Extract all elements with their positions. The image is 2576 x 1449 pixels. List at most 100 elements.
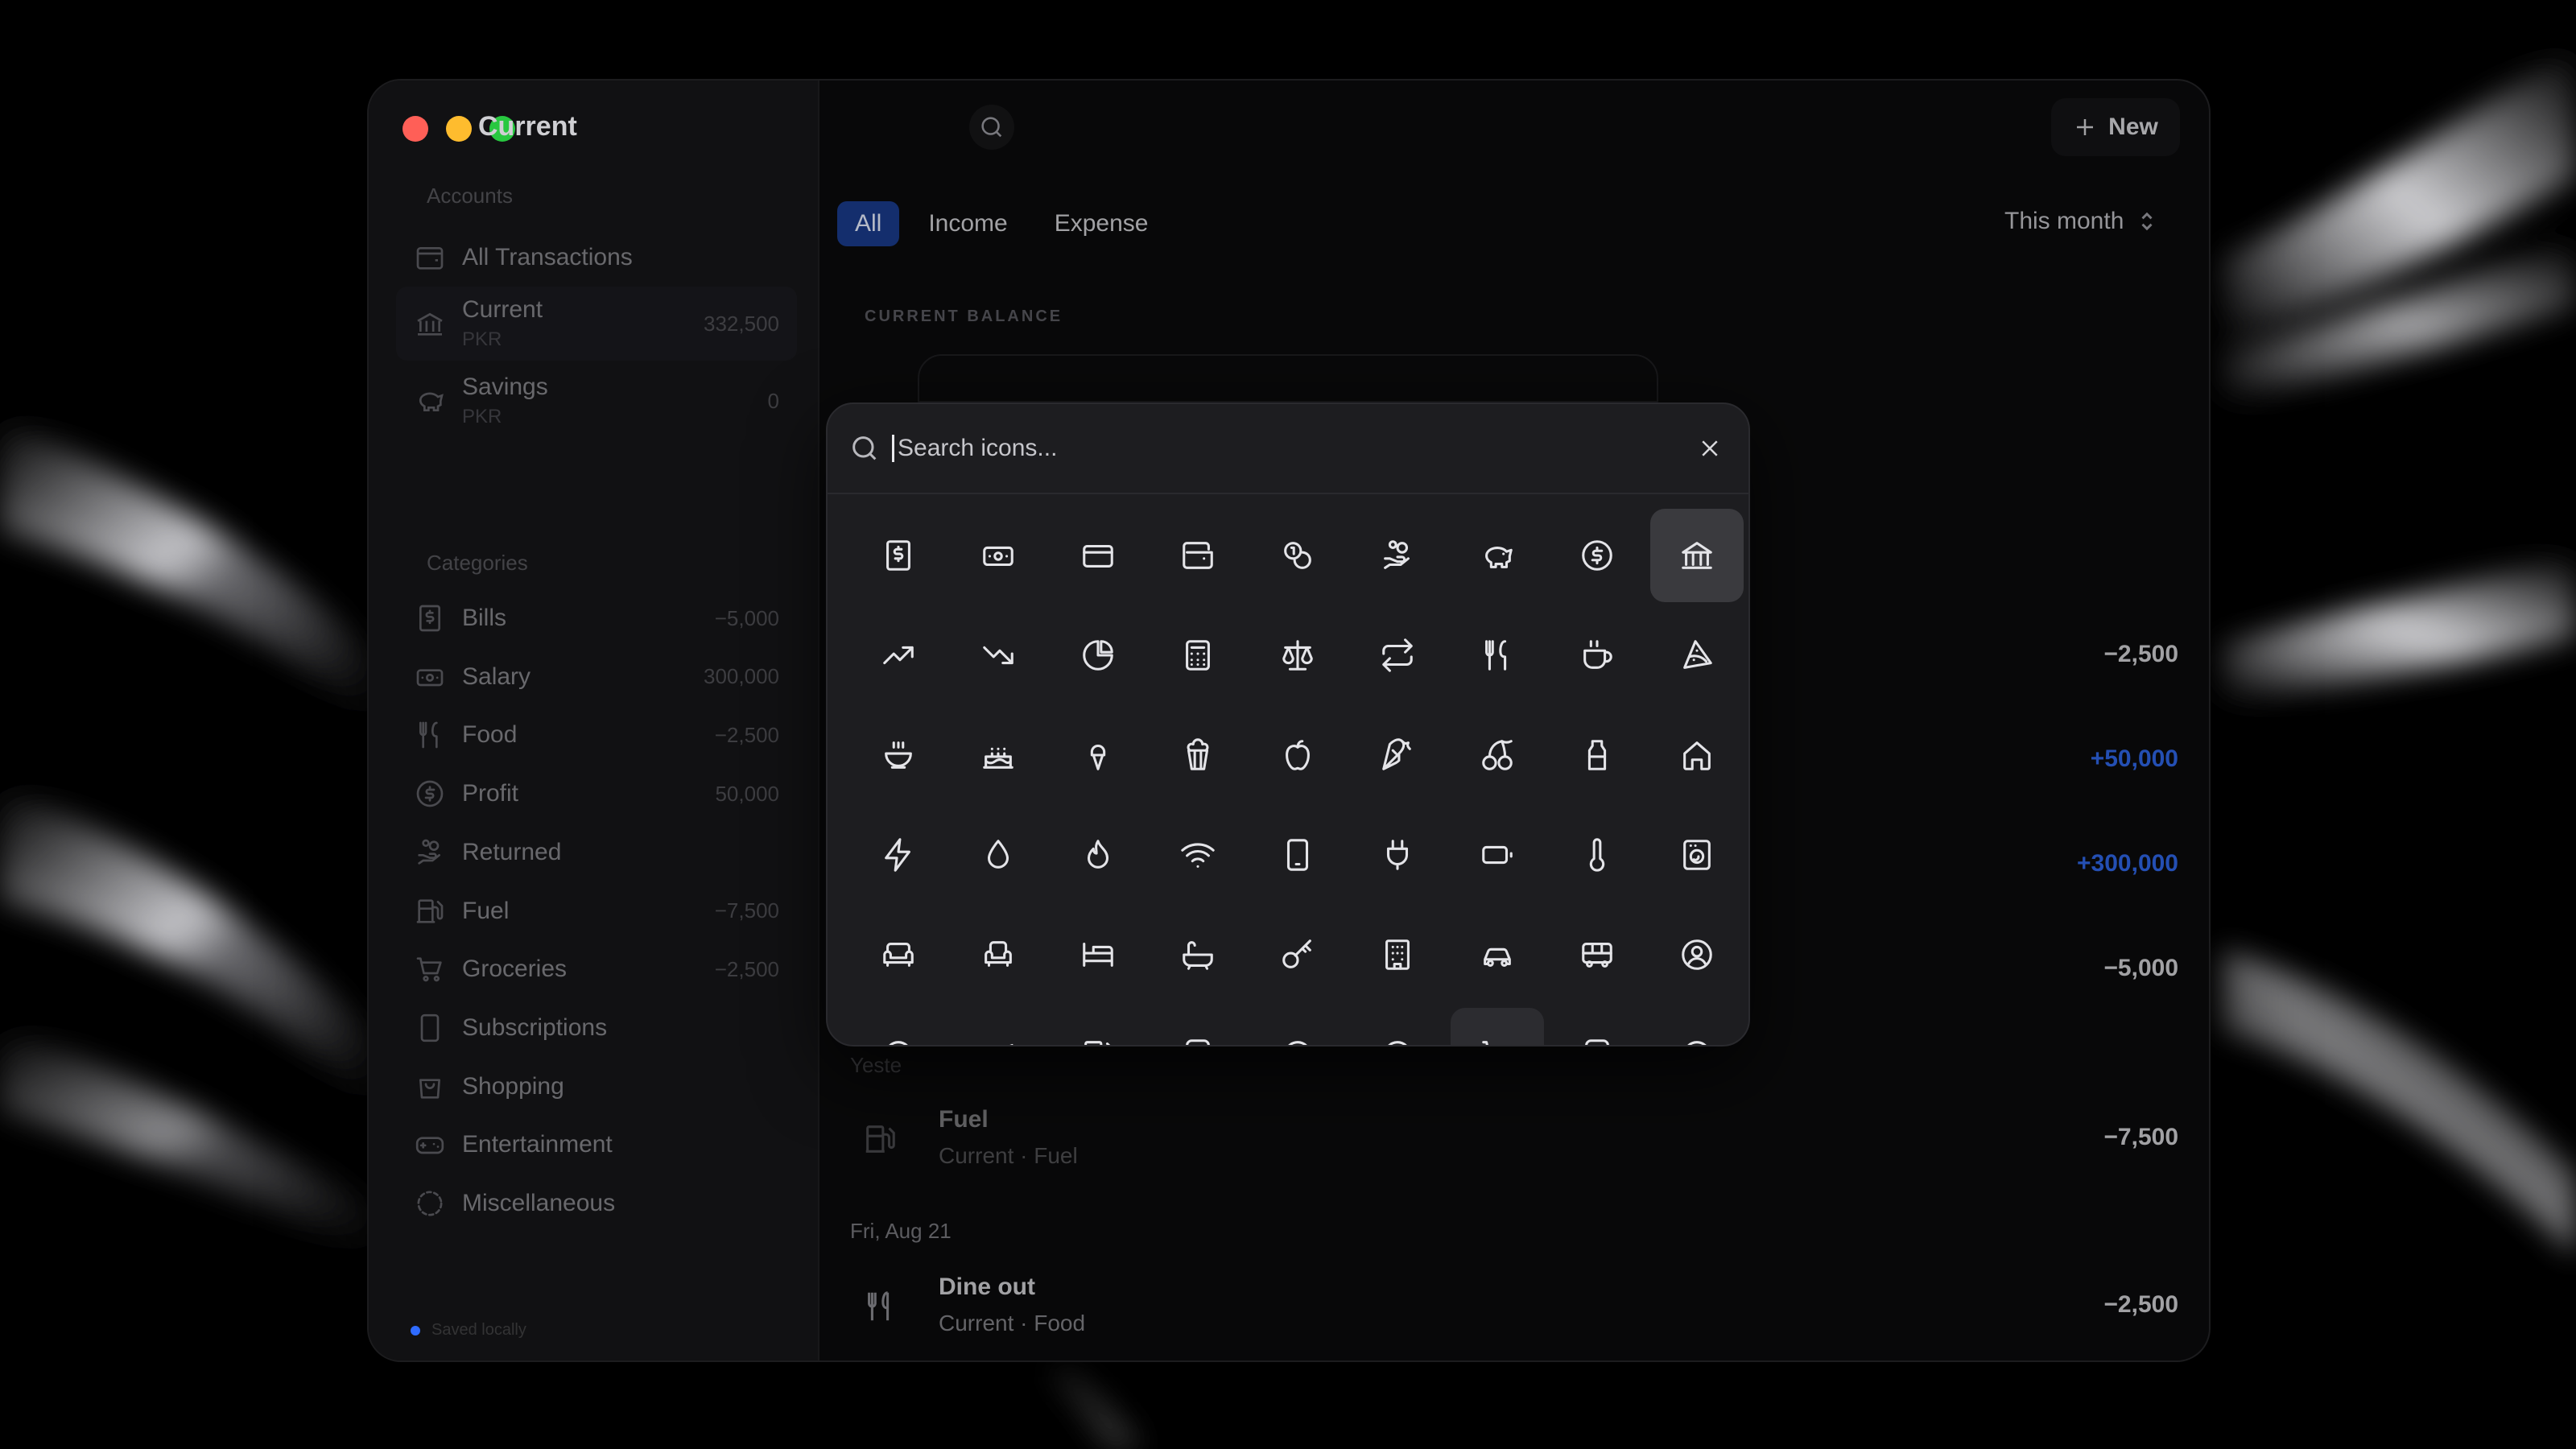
icon-option[interactable] <box>1351 609 1444 702</box>
train-icon <box>1585 1039 1609 1045</box>
icon-picker-popover <box>826 402 1750 1046</box>
dollar-circle-icon <box>1582 540 1612 571</box>
icon-option[interactable] <box>1151 808 1245 902</box>
flame-icon <box>1087 840 1109 869</box>
cherry-icon <box>1482 740 1513 770</box>
icon-option[interactable] <box>1151 708 1245 802</box>
coins-icon <box>1284 542 1311 569</box>
icon-option[interactable] <box>852 509 945 602</box>
droplet-icon <box>987 840 1009 869</box>
cart-icon <box>1482 1041 1488 1045</box>
pizza-icon <box>1683 640 1712 669</box>
thermometer-icon <box>1589 838 1605 872</box>
icon-option[interactable] <box>1151 609 1245 702</box>
icon-option[interactable] <box>1051 609 1145 702</box>
icon-option[interactable] <box>1650 708 1744 802</box>
icon-option[interactable] <box>1251 708 1344 802</box>
wallet-icon <box>1183 542 1213 569</box>
icon-option[interactable] <box>1051 509 1145 602</box>
smartphone-icon <box>1286 839 1309 871</box>
icon-option[interactable] <box>1550 609 1644 702</box>
icon-option[interactable] <box>1051 908 1145 1001</box>
close-picker-button[interactable] <box>1692 431 1728 466</box>
bed-icon <box>1083 943 1113 967</box>
ice-cream-icon <box>1090 745 1106 770</box>
trending-down-icon <box>983 646 1013 665</box>
icon-option[interactable] <box>1650 1008 1744 1045</box>
icon-option[interactable] <box>1650 509 1744 602</box>
plug-icon <box>1386 840 1409 870</box>
bath-icon <box>1183 941 1213 970</box>
battery-icon <box>1482 845 1513 865</box>
icon-option[interactable] <box>952 808 1045 902</box>
icon-option[interactable] <box>1550 808 1644 902</box>
carrot-icon <box>1382 738 1411 770</box>
icon-option[interactable] <box>1251 1008 1344 1045</box>
hand-coins-icon <box>1384 540 1410 569</box>
icon-search-bar <box>828 404 1748 494</box>
bike-icon <box>889 1041 908 1045</box>
cake-icon <box>983 747 1013 769</box>
pie-chart-icon <box>1083 640 1113 671</box>
icon-option[interactable] <box>1351 1008 1444 1045</box>
icon-option[interactable] <box>1351 708 1444 802</box>
coffee-icon <box>1583 640 1612 669</box>
page-title: Current <box>478 111 577 142</box>
icon-option[interactable] <box>1550 708 1644 802</box>
icon-option[interactable] <box>1151 509 1245 602</box>
building-icon <box>1385 939 1410 970</box>
icon-option[interactable] <box>952 509 1045 602</box>
icon-option[interactable] <box>852 1008 945 1045</box>
icon-option[interactable] <box>1550 1008 1644 1045</box>
fuel-icon <box>1084 1041 1111 1045</box>
car-icon <box>1484 947 1511 967</box>
icon-option[interactable] <box>852 708 945 802</box>
icon-option[interactable] <box>852 908 945 1001</box>
icon-option[interactable] <box>852 609 945 702</box>
icon-option[interactable] <box>952 1008 1045 1045</box>
home-icon <box>1683 741 1711 770</box>
icon-search-input[interactable] <box>892 435 1692 462</box>
icon-option[interactable] <box>952 908 1045 1001</box>
icon-option[interactable] <box>1550 509 1644 602</box>
icon-option[interactable] <box>1251 808 1344 902</box>
utensils-icon <box>1485 640 1507 671</box>
icon-option[interactable] <box>1151 908 1245 1001</box>
icon-option[interactable] <box>1251 509 1344 602</box>
receipt-icon <box>886 540 910 571</box>
icon-option[interactable] <box>1451 908 1544 1001</box>
bus-icon <box>1582 943 1612 968</box>
icon-option[interactable] <box>1451 1008 1544 1045</box>
icon-option[interactable] <box>1451 609 1544 702</box>
icon-option[interactable] <box>1351 509 1444 602</box>
icon-option[interactable] <box>952 708 1045 802</box>
icon-grid <box>852 509 1748 1045</box>
icon-option[interactable] <box>1550 908 1644 1001</box>
icon-option[interactable] <box>1351 908 1444 1001</box>
icon-option[interactable] <box>1650 609 1744 702</box>
icon-option[interactable] <box>1650 808 1744 902</box>
sofa-icon <box>883 943 914 967</box>
plane-icon <box>1009 1043 1013 1045</box>
icon-option[interactable] <box>1650 908 1744 1001</box>
icon-option[interactable] <box>1451 708 1544 802</box>
wifi-icon <box>1181 843 1215 868</box>
train-icon <box>1186 1039 1210 1045</box>
circle-icon <box>1288 1041 1307 1045</box>
icon-option[interactable] <box>852 808 945 902</box>
icon-option[interactable] <box>1351 808 1444 902</box>
zap-icon <box>885 838 910 872</box>
icon-option[interactable] <box>952 609 1045 702</box>
circle-icon <box>1687 1041 1707 1045</box>
icon-option[interactable] <box>1051 708 1145 802</box>
washing-machine-icon <box>1683 840 1711 870</box>
popcorn-icon <box>1187 738 1209 770</box>
icon-option[interactable] <box>1251 908 1344 1001</box>
apple-icon <box>1286 740 1310 770</box>
icon-option[interactable] <box>1151 1008 1245 1045</box>
icon-option[interactable] <box>1451 509 1544 602</box>
icon-option[interactable] <box>1051 808 1145 902</box>
icon-option[interactable] <box>1451 808 1544 902</box>
icon-option[interactable] <box>1251 609 1344 702</box>
icon-option[interactable] <box>1051 1008 1145 1045</box>
